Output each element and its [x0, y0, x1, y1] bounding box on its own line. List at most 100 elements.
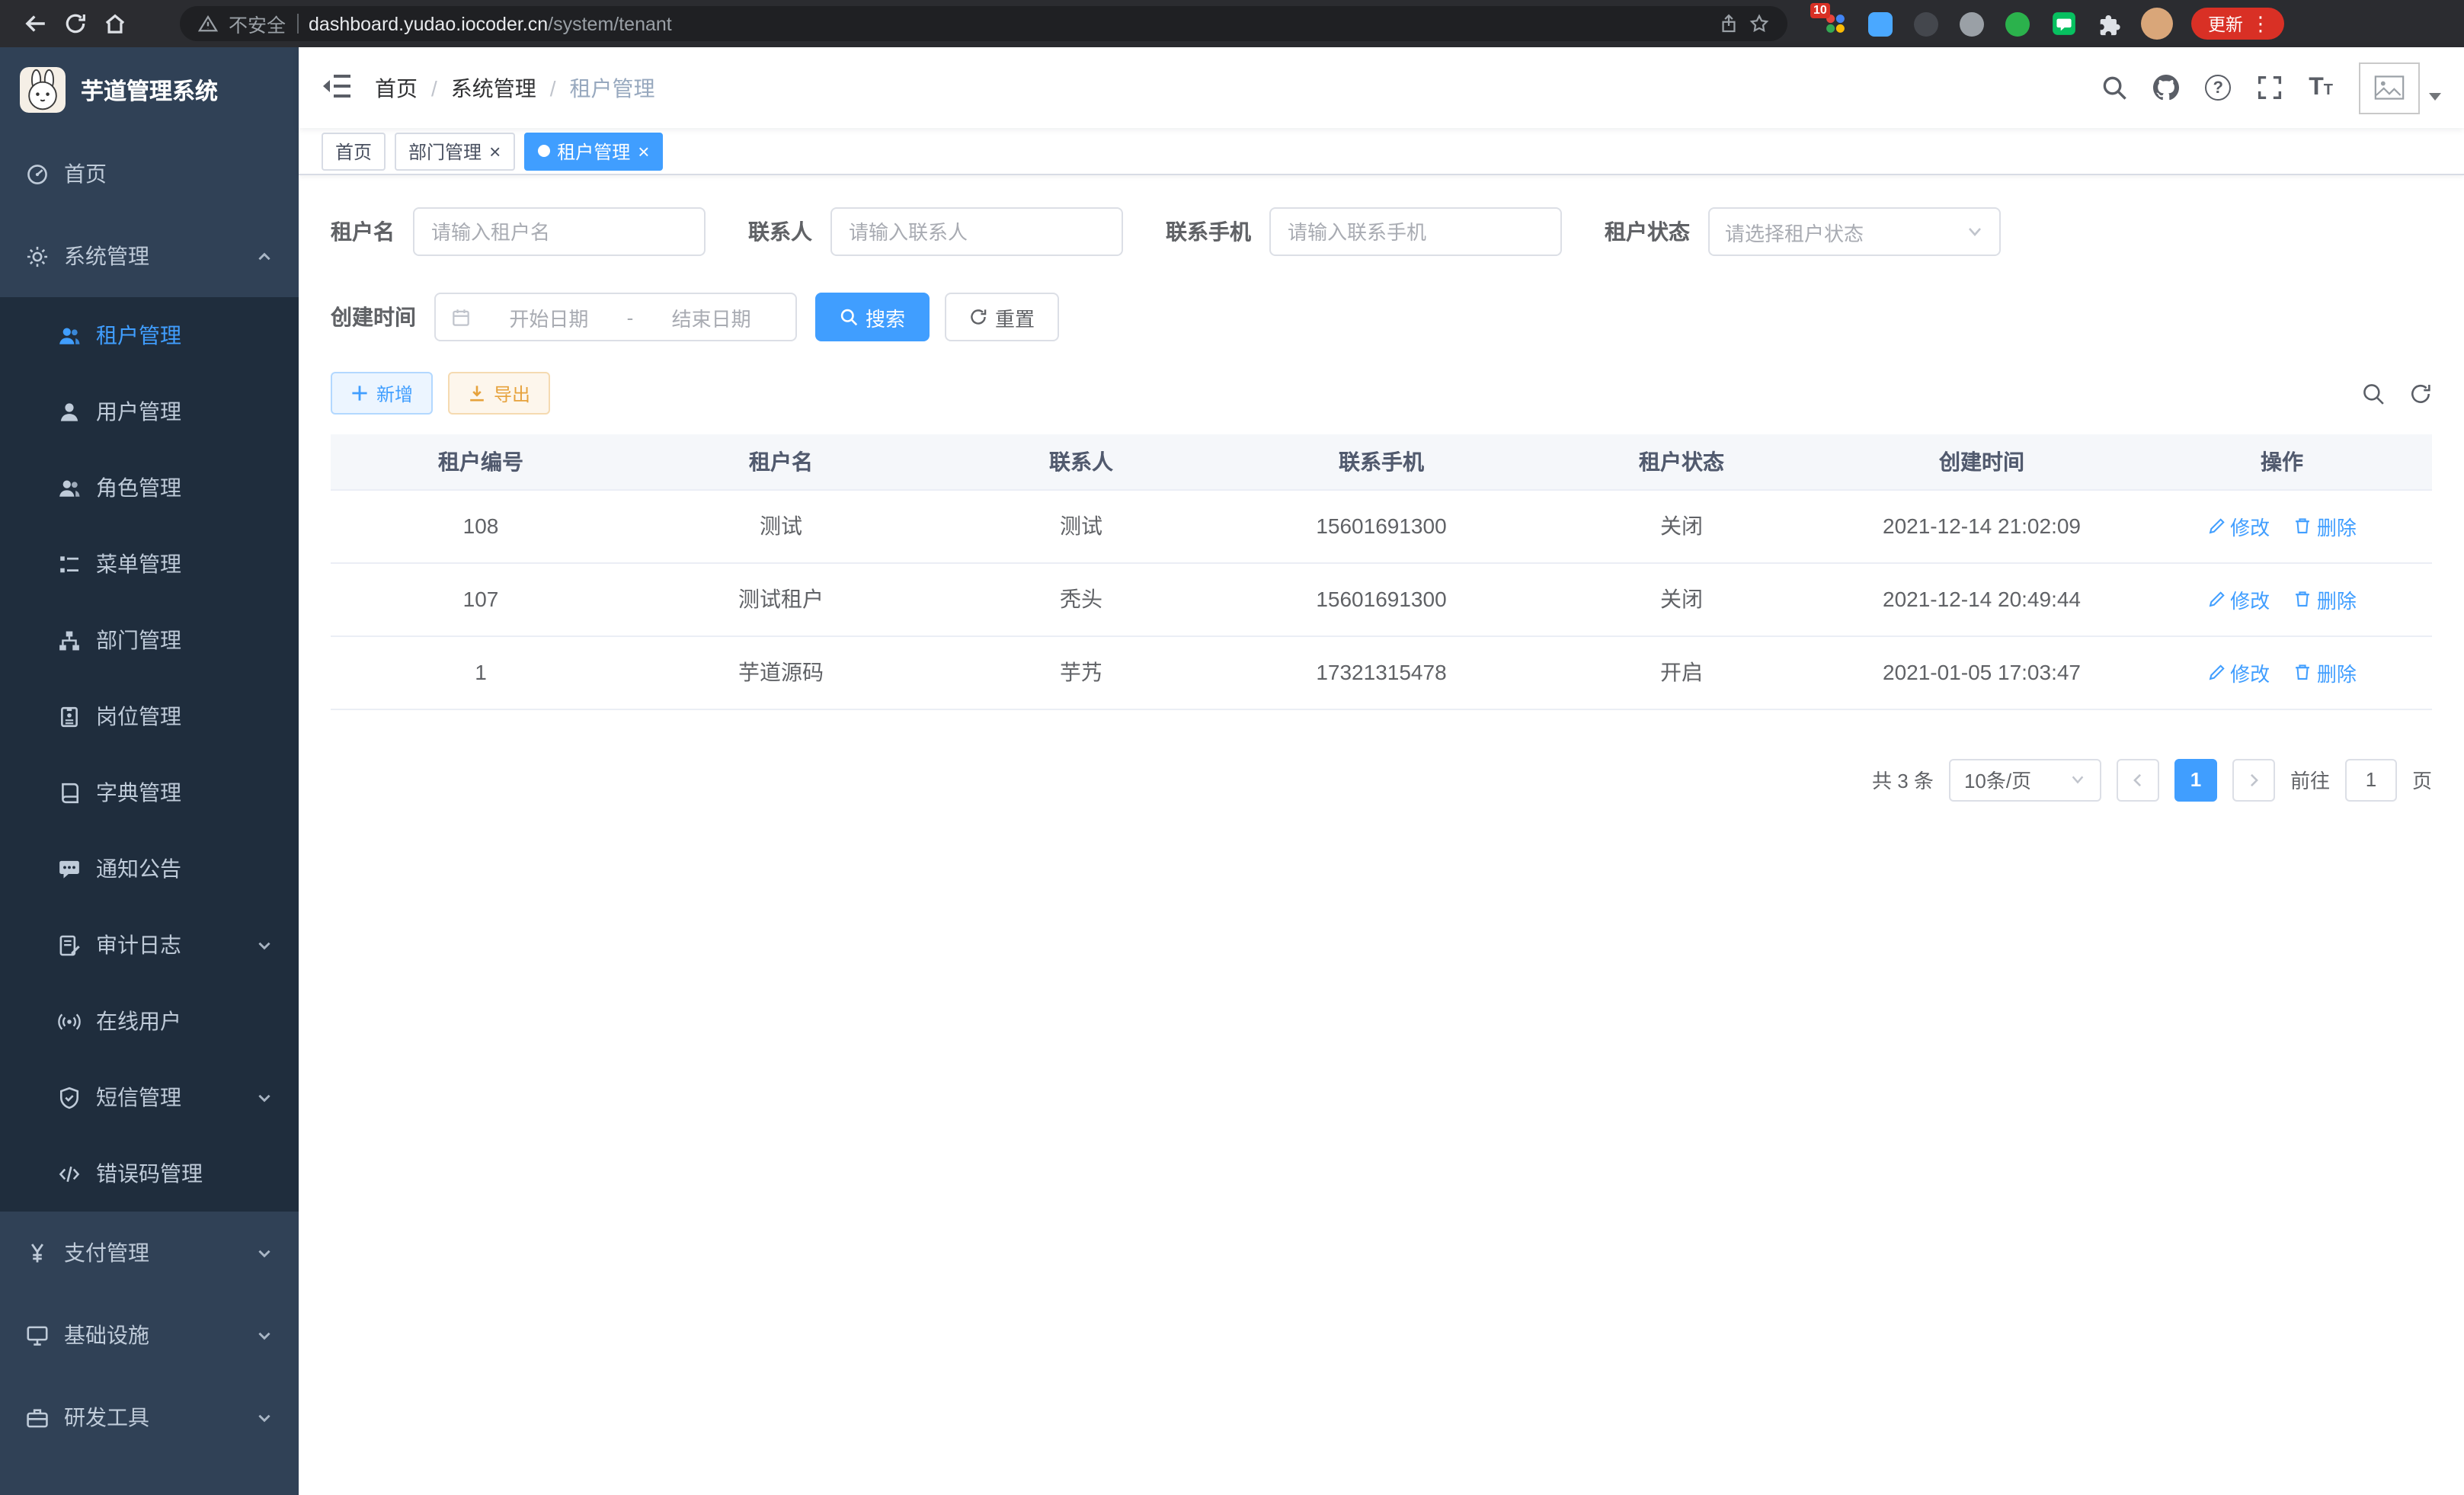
search-icon[interactable]: [2101, 75, 2127, 101]
tab-dept[interactable]: 部门管理 ×: [395, 132, 514, 170]
delete-link[interactable]: 删除: [2294, 584, 2357, 613]
sidebar-item-menu[interactable]: 菜单管理: [0, 526, 299, 602]
refresh-icon[interactable]: [2409, 382, 2432, 405]
sidebar-item-error-code[interactable]: 错误码管理: [0, 1135, 299, 1212]
sidebar-item-dev-tools[interactable]: 研发工具: [0, 1376, 299, 1458]
sidebar-item-label: 首页: [64, 158, 107, 189]
yen-icon: [26, 1241, 49, 1264]
date-range-picker[interactable]: 开始日期 - 结束日期: [434, 293, 797, 341]
sidebar-item-role[interactable]: 角色管理: [0, 450, 299, 526]
question-circle-icon[interactable]: ?: [2205, 75, 2231, 101]
avatar[interactable]: [2359, 62, 2420, 114]
breadcrumb-item-current: 租户管理: [570, 72, 655, 103]
edit-link[interactable]: 修改: [2207, 584, 2270, 613]
table-header-row: 租户编号 租户名 联系人 联系手机 租户状态 创建时间 操作: [331, 434, 2432, 489]
next-page-button[interactable]: [2232, 758, 2275, 801]
sidebar-item-online-users[interactable]: 在线用户: [0, 983, 299, 1059]
users-icon: [58, 476, 81, 499]
edit-link[interactable]: 修改: [2207, 658, 2270, 687]
logo[interactable]: 芋道管理系统: [0, 47, 299, 133]
sidebar-item-user[interactable]: 用户管理: [0, 373, 299, 450]
sidebar-item-post[interactable]: 岗位管理: [0, 678, 299, 754]
page-number-button[interactable]: 1: [2174, 758, 2217, 801]
profile-avatar[interactable]: [2141, 8, 2173, 40]
sidebar-item-audit-log[interactable]: 审计日志: [0, 907, 299, 983]
cell-actions: 修改 删除: [2132, 562, 2432, 635]
fold-menu-icon[interactable]: [322, 72, 352, 103]
sidebar-item-label: 审计日志: [96, 930, 181, 960]
tenant-name-input[interactable]: [413, 207, 706, 256]
chevron-down-icon: [2069, 771, 2086, 788]
tab-label: 租户管理: [557, 138, 630, 164]
add-button[interactable]: 新增: [331, 372, 433, 415]
home-icon[interactable]: [94, 4, 134, 43]
breadcrumb-item-system[interactable]: 系统管理: [451, 72, 536, 103]
extensions-puzzle-icon[interactable]: [2095, 10, 2123, 37]
sidebar-item-dept[interactable]: 部门管理: [0, 602, 299, 678]
rabbit-logo-icon: [20, 67, 66, 113]
security-label[interactable]: 不安全: [229, 9, 286, 38]
tab-tenant[interactable]: 租户管理 ×: [523, 132, 663, 170]
address-bar[interactable]: 不安全 dashboard.yudao.iocoder.cn/system/te…: [180, 6, 1787, 41]
update-button[interactable]: 更新 ⋮: [2191, 8, 2284, 40]
breadcrumb-item-home[interactable]: 首页: [375, 72, 418, 103]
sidebar-item-home[interactable]: 首页: [0, 133, 299, 215]
table-row: 108 测试 测试 15601691300 关闭 2021-12-14 21:0…: [331, 489, 2432, 562]
sidebar-item-dict[interactable]: 字典管理: [0, 754, 299, 831]
sidebar-item-label: 基础设施: [64, 1320, 149, 1350]
sidebar-item-sms[interactable]: 短信管理: [0, 1059, 299, 1135]
extension-icon-dark[interactable]: [1912, 10, 1940, 37]
share-icon[interactable]: [1719, 14, 1739, 34]
cell-created: 2021-12-14 20:49:44: [1832, 562, 2132, 635]
export-button[interactable]: 导出: [448, 372, 550, 415]
sidebar-item-notice[interactable]: 通知公告: [0, 831, 299, 907]
sidebar-item-tenant[interactable]: 租户管理: [0, 297, 299, 373]
font-size-icon[interactable]: TT: [2309, 75, 2333, 100]
delete-link[interactable]: 删除: [2294, 511, 2357, 540]
reload-icon[interactable]: [55, 4, 94, 43]
delete-link[interactable]: 删除: [2294, 658, 2357, 687]
tab-close-icon[interactable]: ×: [638, 141, 649, 161]
page-size-select[interactable]: 10条/页: [1949, 758, 2101, 801]
sidebar-item-label: 通知公告: [96, 853, 181, 884]
tab-close-icon[interactable]: ×: [489, 141, 501, 161]
chevron-left-icon: [2129, 770, 2147, 789]
sidebar-item-infrastructure[interactable]: 基础设施: [0, 1294, 299, 1376]
cell-mobile: 17321315478: [1231, 635, 1531, 709]
search-toggle-icon[interactable]: [2362, 382, 2385, 405]
user-icon: [58, 400, 81, 423]
reset-button[interactable]: 重置: [945, 293, 1059, 341]
extension-icon-gray[interactable]: [1958, 10, 1986, 37]
back-icon[interactable]: [15, 4, 55, 43]
tab-home[interactable]: 首页: [322, 132, 386, 170]
extension-icon-green-circle[interactable]: [2004, 10, 2031, 37]
filter-row-2: 创建时间 开始日期 - 结束日期 搜索 重置: [331, 293, 2432, 341]
page-size-value: 10条/页: [1964, 765, 2031, 794]
page-unit-label: 页: [2412, 765, 2432, 794]
bookmark-star-icon[interactable]: [1749, 14, 1769, 34]
github-icon[interactable]: [2153, 75, 2179, 101]
extension-icon-green-chat[interactable]: [2050, 10, 2077, 37]
chevron-up-icon: [256, 248, 273, 264]
sidebar-item-label: 系统管理: [64, 241, 149, 271]
sidebar-item-system[interactable]: 系统管理: [0, 215, 299, 297]
contact-input[interactable]: [830, 207, 1123, 256]
sidebar-item-payment[interactable]: 支付管理: [0, 1212, 299, 1294]
table-row: 1 芋道源码 芋艿 17321315478 开启 2021-01-05 17:0…: [331, 635, 2432, 709]
search-button[interactable]: 搜索: [815, 293, 930, 341]
extension-icon-blue[interactable]: [1867, 10, 1894, 37]
prev-page-button[interactable]: [2117, 758, 2159, 801]
extension-area: 10 更新 ⋮: [1821, 8, 2284, 40]
goto-page-input[interactable]: [2345, 758, 2397, 801]
cell-contact: 秃头: [931, 562, 1231, 635]
fullscreen-icon[interactable]: [2257, 75, 2283, 101]
sidebar-item-label: 字典管理: [96, 777, 181, 808]
org-chart-icon: [58, 629, 81, 651]
extension-icon-colorful[interactable]: 10: [1821, 10, 1848, 37]
kebab-menu-icon[interactable]: ⋮: [2251, 11, 2270, 36]
cell-tenant-id: 1: [331, 635, 631, 709]
edit-link[interactable]: 修改: [2207, 511, 2270, 540]
user-menu[interactable]: [2359, 62, 2441, 114]
mobile-input[interactable]: [1269, 207, 1562, 256]
status-select[interactable]: 请选择租户状态: [1708, 207, 2001, 256]
